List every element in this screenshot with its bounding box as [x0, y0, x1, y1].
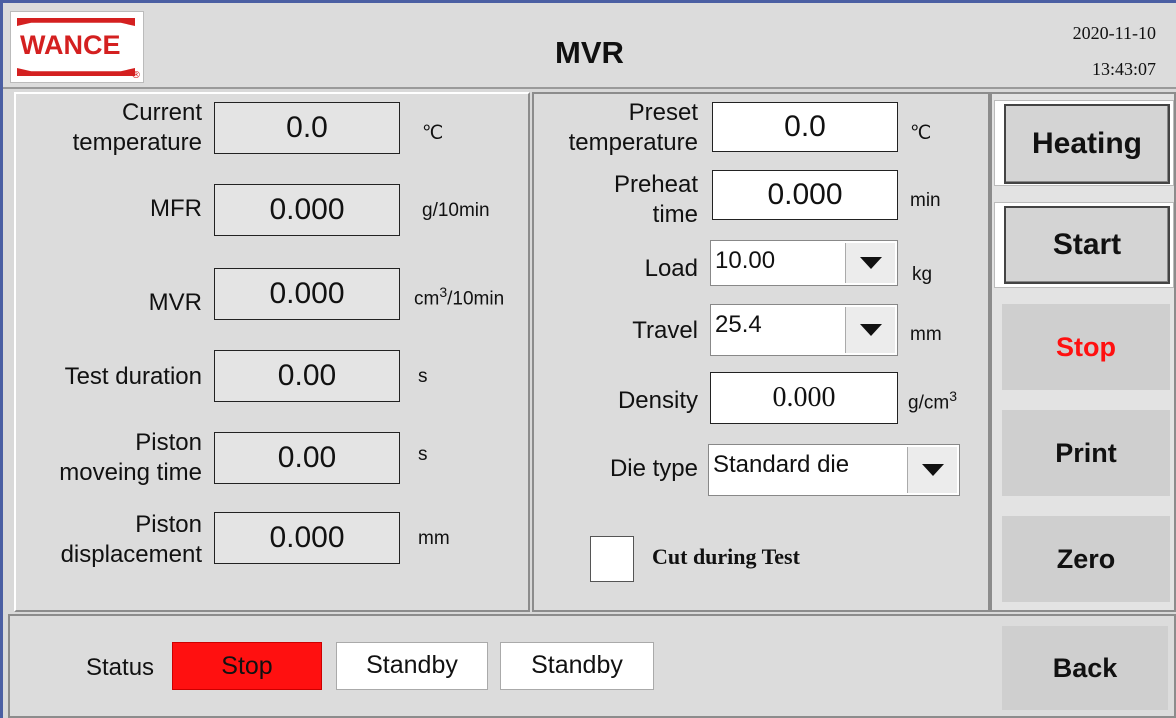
piston-displacement-unit: mm: [418, 528, 450, 549]
stop-button[interactable]: Stop: [1002, 304, 1170, 390]
status-bar: Status Stop Standby Standby Back: [8, 614, 1176, 718]
chevron-down-icon: [921, 464, 944, 476]
logo-registered-mark: ®: [131, 70, 141, 81]
piston-moving-time-label: Piston moveing time: [59, 429, 202, 486]
back-button[interactable]: Back: [1002, 626, 1168, 710]
page-title: MVR: [555, 35, 624, 70]
status-stop-indicator: Stop: [172, 642, 322, 690]
cut-during-test-checkbox[interactable]: [590, 536, 634, 582]
density-label: Density: [617, 387, 698, 414]
mfr-label: MFR: [150, 195, 202, 222]
date-display: 2020-11-10: [1072, 23, 1156, 43]
cut-during-test-label: Cut during Test: [652, 544, 800, 569]
travel-select-value: 25.4: [715, 311, 762, 338]
start-button[interactable]: Start: [1004, 206, 1170, 284]
die-type-select[interactable]: Standard die: [708, 444, 960, 496]
load-select-value: 10.00: [715, 247, 776, 274]
piston-displacement-label: Piston displacement: [60, 511, 202, 568]
mvr-value: 0.000: [214, 268, 400, 320]
header: WANCE ® MVR 2020-11-10 13:43:07: [3, 3, 1176, 89]
current-temperature-unit: ℃: [422, 123, 444, 144]
density-unit: g/cm3: [908, 388, 957, 414]
print-button[interactable]: Print: [1002, 410, 1170, 496]
logo-top-bar: [17, 18, 135, 26]
status-standby-indicator-1: Standby: [336, 642, 488, 690]
action-panel: Heating Start Stop Print Zero: [990, 92, 1176, 612]
die-type-select-value: Standard die: [713, 451, 850, 478]
travel-dropdown-button[interactable]: [845, 307, 895, 353]
piston-displacement-value: 0.000: [214, 512, 400, 564]
preheat-time-unit: min: [910, 190, 941, 211]
travel-unit: mm: [910, 324, 942, 345]
die-type-label: Die type: [609, 455, 698, 482]
test-duration-label: Test duration: [64, 363, 202, 390]
density-input[interactable]: 0.000: [710, 372, 898, 424]
preheat-time-input[interactable]: 0.000: [712, 170, 898, 220]
chevron-down-icon: [859, 324, 882, 336]
load-dropdown-button[interactable]: [845, 243, 895, 283]
preset-temperature-unit: ℃: [910, 123, 932, 144]
mfr-unit: g/10min: [422, 200, 490, 221]
measurement-panel: Current temperature 0.0 ℃ MFR 0.000 g/10…: [14, 92, 530, 612]
time-display: 13:43:07: [1091, 59, 1156, 79]
status-label: Status: [86, 654, 155, 681]
test-duration-value: 0.00: [214, 350, 400, 402]
preheat-time-label: Preheat time: [613, 171, 698, 228]
load-unit: kg: [912, 264, 933, 285]
preset-temperature-label: Preset temperature: [568, 99, 698, 156]
zero-button[interactable]: Zero: [1002, 516, 1170, 602]
travel-select[interactable]: 25.4: [710, 304, 898, 356]
load-select[interactable]: 10.00: [710, 240, 898, 286]
mvr-unit: cm3/10min: [414, 284, 505, 310]
test-duration-unit: s: [418, 366, 428, 387]
mfr-value: 0.000: [214, 184, 400, 236]
die-type-dropdown-button[interactable]: [907, 447, 957, 493]
chevron-down-icon: [859, 257, 882, 269]
piston-moving-time-unit: s: [418, 444, 428, 465]
status-standby-indicator-2: Standby: [500, 642, 654, 690]
piston-moving-time-value: 0.00: [214, 432, 400, 484]
load-label: Load: [644, 255, 698, 282]
heating-button[interactable]: Heating: [1004, 104, 1170, 184]
current-temperature-value: 0.0: [214, 102, 400, 154]
travel-label: Travel: [632, 317, 698, 344]
current-temperature-label: Current temperature: [72, 99, 202, 156]
mvr-label: MVR: [148, 289, 202, 316]
preset-temperature-input[interactable]: 0.0: [712, 102, 898, 152]
settings-panel: Preset temperature 0.0 ℃ Preheat time 0.…: [532, 92, 990, 612]
